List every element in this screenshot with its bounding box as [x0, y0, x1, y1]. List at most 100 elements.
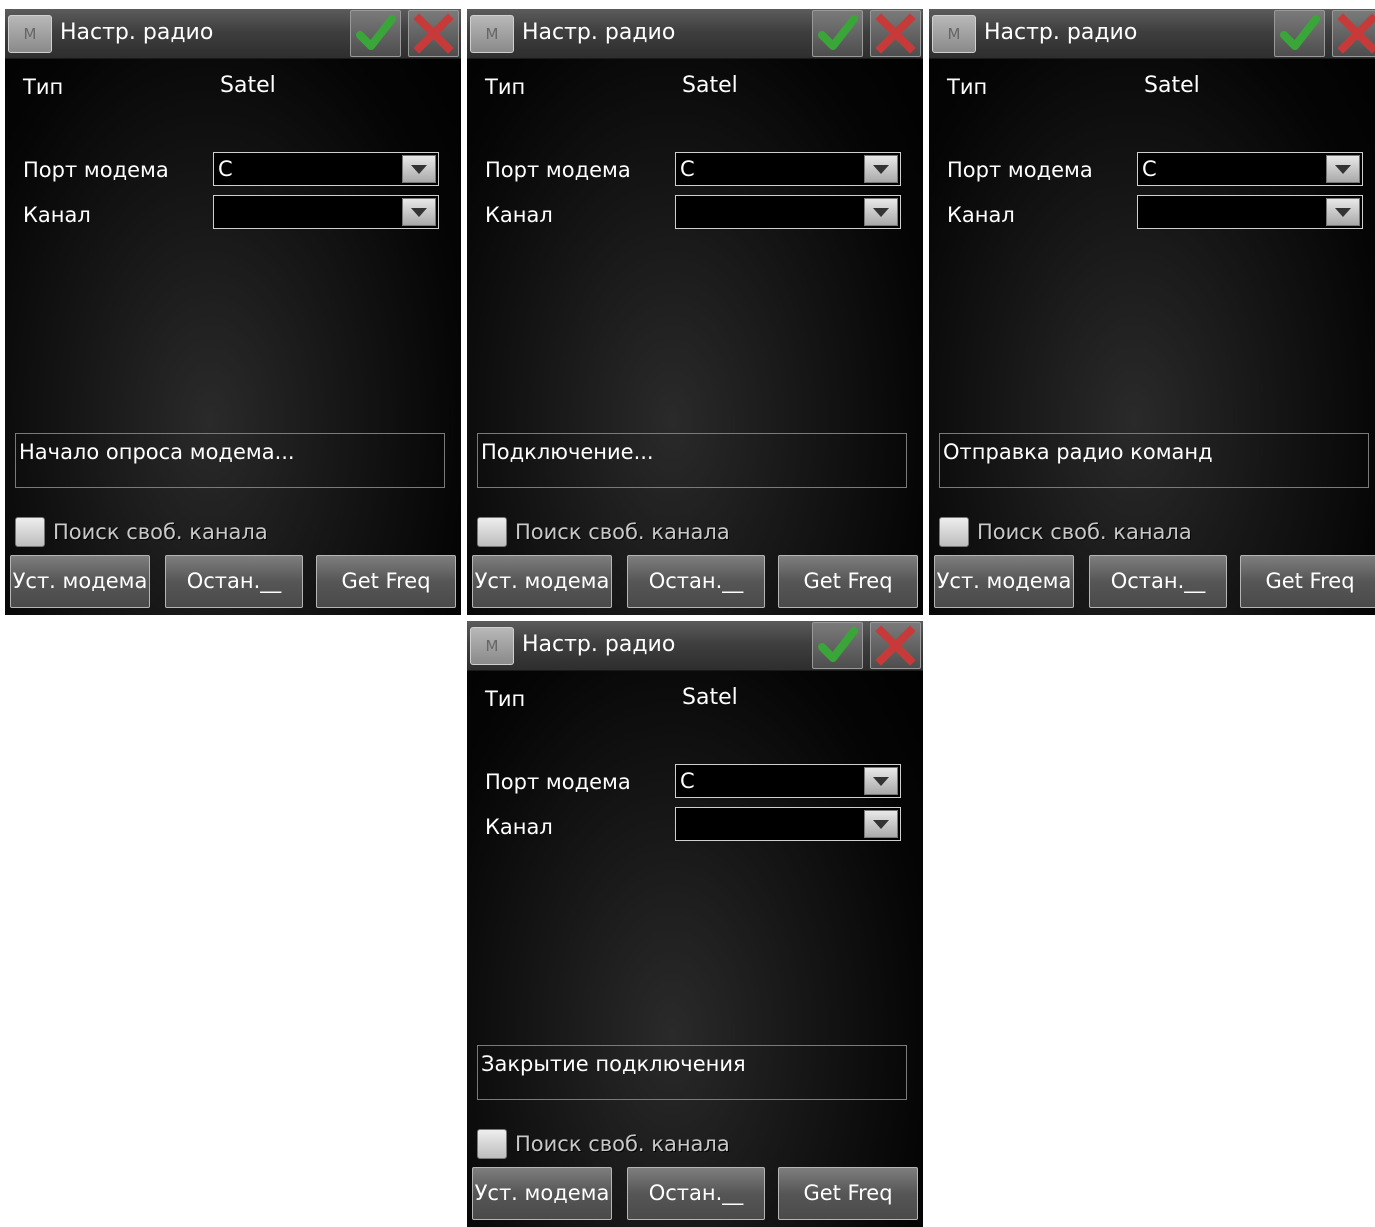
- modem-port-select[interactable]: C: [675, 152, 901, 186]
- close-x-icon: [1337, 13, 1375, 54]
- status-text: Закрытие подключения: [481, 1052, 746, 1076]
- close-button[interactable]: [870, 622, 921, 669]
- stop-button[interactable]: Остан.__: [627, 555, 765, 608]
- stop-button[interactable]: Остан.__: [165, 555, 303, 608]
- type-label: Тип: [947, 75, 988, 99]
- ok-button[interactable]: [812, 10, 863, 57]
- search-free-channel-checkbox[interactable]: [939, 517, 969, 547]
- close-x-icon: [413, 13, 454, 54]
- search-free-channel-checkbox[interactable]: [15, 517, 45, 547]
- channel-label: Канал: [485, 815, 553, 839]
- get-freq-button[interactable]: Get Freq: [778, 1167, 918, 1220]
- modem-port-select[interactable]: C: [675, 764, 901, 798]
- chevron-down-icon[interactable]: [1326, 198, 1360, 226]
- radio-settings-window-1: M Настр. радио Тип Satel Порт модема C К…: [5, 9, 461, 615]
- window-title: Настр. радио: [984, 20, 1138, 45]
- chevron-down-icon[interactable]: [1326, 155, 1360, 183]
- search-free-channel-checkbox[interactable]: [477, 517, 507, 547]
- chevron-down-icon[interactable]: [864, 198, 898, 226]
- modem-port-select[interactable]: C: [1137, 152, 1363, 186]
- close-button[interactable]: [1332, 10, 1375, 57]
- chevron-down-icon[interactable]: [402, 155, 436, 183]
- type-value: Satel: [682, 73, 738, 98]
- status-box: Отправка радио команд: [939, 433, 1369, 488]
- title-bar: M Настр. радио: [5, 9, 461, 59]
- status-box: Закрытие подключения: [477, 1045, 907, 1100]
- window-title: Настр. радио: [60, 20, 214, 45]
- modem-port-label: Порт модема: [485, 158, 631, 182]
- get-freq-button[interactable]: Get Freq: [1240, 555, 1375, 608]
- title-bar: M Настр. радио: [467, 621, 923, 671]
- checkmark-icon: [818, 15, 858, 50]
- ok-button[interactable]: [1274, 10, 1325, 57]
- modem-port-value: C: [1142, 157, 1157, 181]
- menu-icon: M: [485, 637, 499, 655]
- chevron-down-icon[interactable]: [864, 155, 898, 183]
- type-value: Satel: [682, 685, 738, 710]
- type-label: Тип: [23, 75, 64, 99]
- setup-modem-button[interactable]: Уст. модема: [472, 555, 612, 608]
- modem-port-value: C: [680, 157, 695, 181]
- modem-port-label: Порт модема: [947, 158, 1093, 182]
- modem-port-value: C: [680, 769, 695, 793]
- channel-select[interactable]: [675, 195, 901, 229]
- setup-modem-button[interactable]: Уст. модема: [934, 555, 1074, 608]
- status-text: Отправка радио команд: [943, 440, 1213, 464]
- radio-settings-window-2: M Настр. радио Тип Satel Порт модема C К…: [467, 9, 923, 615]
- checkmark-icon: [356, 15, 396, 50]
- status-box: Начало опроса модема...: [15, 433, 445, 488]
- menu-button[interactable]: M: [932, 15, 976, 53]
- status-text: Начало опроса модема...: [19, 440, 295, 464]
- stop-button[interactable]: Остан.__: [1089, 555, 1227, 608]
- chevron-down-icon[interactable]: [402, 198, 436, 226]
- modem-port-label: Порт модема: [485, 770, 631, 794]
- type-label: Тип: [485, 75, 526, 99]
- status-text: Подключение...: [481, 440, 654, 464]
- channel-select[interactable]: [213, 195, 439, 229]
- channel-select[interactable]: [675, 807, 901, 841]
- chevron-down-icon[interactable]: [864, 767, 898, 795]
- chevron-down-icon[interactable]: [864, 810, 898, 838]
- menu-button[interactable]: M: [8, 15, 52, 53]
- menu-icon: M: [485, 25, 499, 43]
- stop-button[interactable]: Остан.__: [627, 1167, 765, 1220]
- title-bar: M Настр. радио: [467, 9, 923, 59]
- radio-settings-window-4: M Настр. радио Тип Satel Порт модема C К…: [467, 621, 923, 1227]
- menu-icon: M: [23, 25, 37, 43]
- modem-port-value: C: [218, 157, 233, 181]
- get-freq-button[interactable]: Get Freq: [316, 555, 456, 608]
- title-bar: M Настр. радио: [929, 9, 1375, 59]
- checkmark-icon: [1280, 15, 1320, 50]
- menu-button[interactable]: M: [470, 627, 514, 665]
- get-freq-button[interactable]: Get Freq: [778, 555, 918, 608]
- ok-button[interactable]: [350, 10, 401, 57]
- search-free-channel-label[interactable]: Поиск своб. канала: [515, 520, 730, 544]
- type-value: Satel: [1144, 73, 1200, 98]
- close-x-icon: [875, 13, 916, 54]
- channel-select[interactable]: [1137, 195, 1363, 229]
- search-free-channel-label[interactable]: Поиск своб. канала: [53, 520, 268, 544]
- status-box: Подключение...: [477, 433, 907, 488]
- close-x-icon: [875, 625, 916, 666]
- search-free-channel-label[interactable]: Поиск своб. канала: [515, 1132, 730, 1156]
- close-button[interactable]: [870, 10, 921, 57]
- channel-label: Канал: [485, 203, 553, 227]
- setup-modem-button[interactable]: Уст. модема: [10, 555, 150, 608]
- search-free-channel-label[interactable]: Поиск своб. канала: [977, 520, 1192, 544]
- search-free-channel-checkbox[interactable]: [477, 1129, 507, 1159]
- menu-button[interactable]: M: [470, 15, 514, 53]
- ok-button[interactable]: [812, 622, 863, 669]
- setup-modem-button[interactable]: Уст. модема: [472, 1167, 612, 1220]
- channel-label: Канал: [947, 203, 1015, 227]
- type-value: Satel: [220, 73, 276, 98]
- radio-settings-window-3: M Настр. радио Тип Satel Порт модема C К…: [929, 9, 1375, 615]
- modem-port-select[interactable]: C: [213, 152, 439, 186]
- window-title: Настр. радио: [522, 632, 676, 657]
- channel-label: Канал: [23, 203, 91, 227]
- type-label: Тип: [485, 687, 526, 711]
- modem-port-label: Порт модема: [23, 158, 169, 182]
- close-button[interactable]: [408, 10, 459, 57]
- window-title: Настр. радио: [522, 20, 676, 45]
- checkmark-icon: [818, 627, 858, 662]
- menu-icon: M: [947, 25, 961, 43]
